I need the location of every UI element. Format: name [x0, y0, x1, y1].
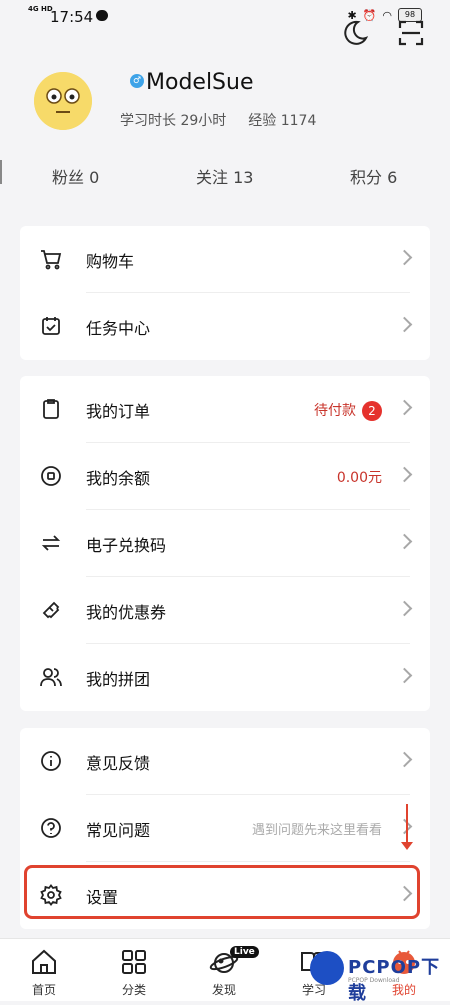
clock: 17:54: [50, 8, 94, 26]
menu-item-label: 我的订单: [86, 402, 151, 421]
menu-item-label: 意见反馈: [86, 754, 151, 773]
message-notification-icon: [96, 10, 108, 21]
menu-item-label: 购物车: [86, 252, 135, 271]
coin-icon: [40, 465, 62, 487]
tab-label: 发现: [211, 983, 236, 997]
menu-item-label: 电子兑换码: [86, 536, 167, 555]
info-icon: [40, 750, 62, 772]
chevron-right-icon: [396, 600, 413, 617]
wifi-icon: ◠: [382, 8, 392, 22]
chevron-right-icon: [396, 667, 413, 684]
tab-home[interactable]: 首页: [14, 947, 74, 998]
question-icon: [40, 817, 62, 839]
menu-item-faq[interactable]: 常见问题 遇到问题先来这里看看: [20, 795, 430, 862]
status-bar: 4G HD 17:54 ✱ ⏰ ◠ 98: [0, 0, 450, 34]
menu-item-coupons[interactable]: 我的优惠券: [20, 577, 430, 644]
cart-icon: [40, 248, 62, 270]
menu-item-label: 我的拼团: [86, 670, 151, 689]
order-status: 待付款 2: [314, 400, 382, 421]
profile-stats: 学习时长 29小时 经验 1174: [120, 110, 316, 130]
exchange-icon: [40, 532, 62, 554]
chevron-right-icon: [396, 399, 413, 416]
watermark: PCPOP下载 PCPOP Download: [302, 945, 450, 1004]
menu-item-group-buy[interactable]: 我的拼团: [20, 644, 430, 711]
study-time-label: 学习时长: [120, 113, 176, 129]
chevron-right-icon: [396, 751, 413, 768]
night-mode-icon[interactable]: [340, 18, 370, 48]
tab-label: 首页: [31, 983, 56, 997]
menu-item-label: 任务中心: [86, 319, 151, 338]
live-badge: Live: [230, 946, 259, 958]
fans-count[interactable]: 粉丝 0: [52, 164, 99, 188]
menu-item-cart[interactable]: 购物车: [20, 226, 430, 293]
clipboard-icon: [40, 398, 62, 420]
menu-group-account: 我的订单 待付款 2 我的余额 0.00元 电子兑换码 我的优惠券 我的拼团: [20, 376, 430, 711]
watermark-logo-icon: [310, 951, 344, 985]
grid-icon: [119, 947, 149, 977]
menu-group-shopping: 购物车 任务中心: [20, 226, 430, 360]
group-icon: [40, 666, 62, 688]
avatar[interactable]: [34, 72, 92, 130]
calendar-check-icon: [40, 315, 62, 337]
points-count[interactable]: 积分 6: [350, 164, 397, 188]
exp-label: 经验: [248, 113, 277, 129]
scan-icon[interactable]: [398, 20, 424, 46]
exp-value: 1174: [280, 113, 317, 129]
chevron-right-icon: [396, 316, 413, 333]
faq-hint: 遇到问题先来这里看看: [251, 823, 382, 838]
tab-label: 分类: [121, 983, 146, 997]
menu-item-redeem-code[interactable]: 电子兑换码: [20, 510, 430, 577]
settings-highlight-box: [24, 865, 420, 919]
chevron-right-icon: [396, 818, 413, 835]
following-count[interactable]: 关注 13: [196, 164, 253, 188]
annotation-arrow: [401, 804, 413, 850]
edge-marker: [0, 160, 2, 184]
study-time-value: 29小时: [180, 113, 227, 129]
menu-item-feedback[interactable]: 意见反馈: [20, 728, 430, 795]
home-icon: [29, 947, 59, 977]
chevron-right-icon: [396, 533, 413, 550]
username[interactable]: ModelSue: [146, 70, 254, 95]
chevron-right-icon: [396, 249, 413, 266]
pending-count-badge: 2: [362, 401, 382, 421]
balance-amount: 0.00元: [336, 470, 382, 486]
menu-item-balance[interactable]: 我的余额 0.00元: [20, 443, 430, 510]
gender-male-icon: ♂: [130, 74, 144, 88]
menu-item-label: 我的余额: [86, 469, 151, 488]
ticket-icon: [40, 599, 62, 621]
menu-item-label: 我的优惠券: [86, 603, 167, 622]
tab-category[interactable]: 分类: [104, 947, 164, 998]
menu-item-orders[interactable]: 我的订单 待付款 2: [20, 376, 430, 443]
watermark-subtext: PCPOP Download: [348, 977, 400, 984]
chevron-right-icon: [396, 466, 413, 483]
menu-item-task-center[interactable]: 任务中心: [20, 293, 430, 360]
menu-item-label: 常见问题: [86, 821, 151, 840]
